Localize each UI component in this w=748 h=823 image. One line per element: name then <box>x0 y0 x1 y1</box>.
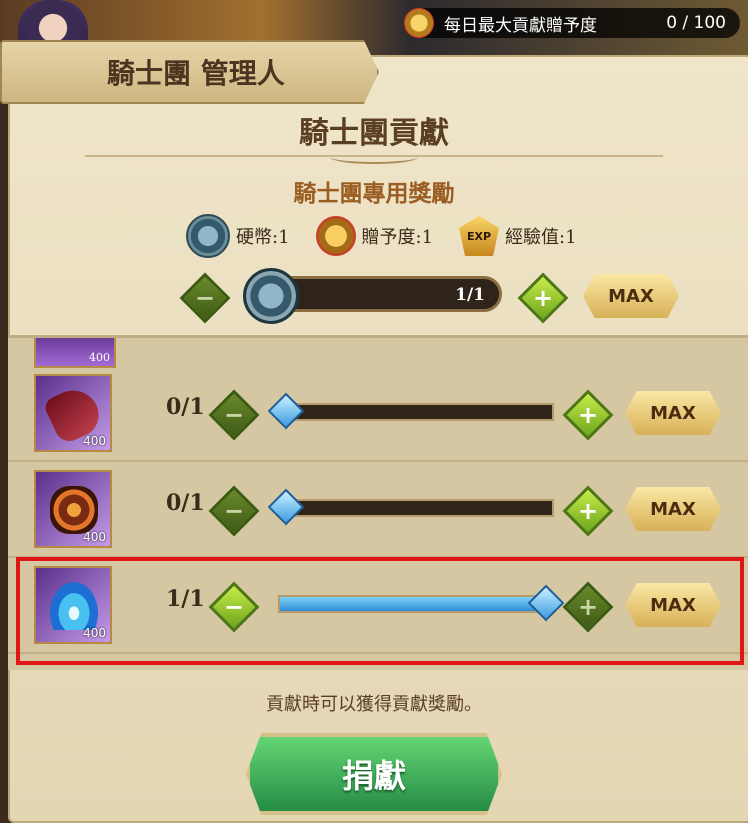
slider-knob[interactable] <box>267 488 305 526</box>
slider-track[interactable] <box>278 403 554 421</box>
blue-flame-icon <box>50 582 98 630</box>
donate-button[interactable]: 捐獻 <box>246 733 502 815</box>
contribution-value: 0 / 100 <box>666 13 726 33</box>
plus-icon: + <box>577 593 599 621</box>
hint-text: 貢獻時可以獲得貢獻獎勵。 <box>266 694 482 715</box>
slider-track[interactable] <box>278 595 554 613</box>
minus-button[interactable]: − <box>208 581 260 633</box>
coin-slider-track[interactable]: 1/1 <box>270 276 502 312</box>
list-item: 400 0/1 − + MAX <box>8 366 748 462</box>
npc-name-banner: 騎士團 管理人 <box>0 40 379 104</box>
plus-icon: + <box>532 284 554 312</box>
item-list[interactable]: 400 400 0/1 − + MAX 400 0/1 − + MAX 400 … <box>8 335 748 670</box>
contribution-label: 每日最大貢獻贈予度 <box>444 15 597 36</box>
max-button[interactable]: MAX <box>625 487 721 531</box>
item-count: 1/1 <box>166 586 205 612</box>
minus-icon: − <box>223 593 245 621</box>
item-count: 0/1 <box>166 394 205 420</box>
plus-icon: + <box>577 401 599 429</box>
minus-button[interactable]: − <box>208 389 260 441</box>
donate-label: 捐獻 <box>341 757 406 795</box>
slider-knob[interactable] <box>527 584 565 622</box>
minus-icon: − <box>223 497 245 525</box>
plus-button[interactable]: + <box>562 581 614 633</box>
minus-icon: − <box>223 401 245 429</box>
item-quantity: 400 <box>83 626 106 640</box>
item-quantity: 400 <box>89 351 110 364</box>
reward-exp: EXP 經驗值:1 <box>459 214 577 258</box>
max-button[interactable]: MAX <box>625 583 721 627</box>
coin-max-button[interactable]: MAX <box>583 274 679 318</box>
divider-ornament <box>330 150 418 164</box>
coin-plus-button[interactable]: + <box>517 272 569 324</box>
list-item: 400 0/1 − + MAX <box>8 462 748 558</box>
list-item: 400 1/1 − + MAX <box>8 558 748 654</box>
plus-button[interactable]: + <box>562 485 614 537</box>
coin-slider-value: 1/1 <box>455 285 485 305</box>
reward-label: 硬幣:1 <box>236 227 290 248</box>
medal-icon <box>315 216 356 256</box>
coin-slider-row: − 1/1 + MAX <box>0 268 748 328</box>
item-quantity: 400 <box>83 530 106 544</box>
reward-label: 贈予度:1 <box>361 227 434 248</box>
minus-button[interactable]: − <box>208 485 260 537</box>
reward-list: 硬幣:1 贈予度:1 EXP 經驗值:1 <box>186 214 577 258</box>
plus-button[interactable]: + <box>562 389 614 441</box>
slider-track[interactable] <box>278 499 554 517</box>
reward-label: 經驗值:1 <box>505 227 577 248</box>
panel-title: 騎士團貢獻 <box>299 116 449 151</box>
item-quantity: 400 <box>83 434 106 448</box>
magma-rock-icon <box>50 486 98 534</box>
medal-icon <box>404 8 434 38</box>
item-count: 0/1 <box>166 490 205 516</box>
coin-minus-button[interactable]: − <box>179 272 231 324</box>
slider-fill <box>280 597 552 611</box>
reward-coin: 硬幣:1 <box>186 214 290 258</box>
item-slot[interactable]: 400 <box>34 566 112 644</box>
coin-icon <box>186 214 230 258</box>
plus-icon: + <box>577 497 599 525</box>
list-item-partial: 400 <box>34 338 116 368</box>
reward-medal: 贈予度:1 <box>315 214 434 258</box>
panel-subtitle: 騎士團專用獎勵 <box>293 180 455 207</box>
coin-slider-knob[interactable] <box>243 268 299 324</box>
item-slot[interactable]: 400 <box>34 374 112 452</box>
npc-name: 騎士團 管理人 <box>107 57 285 90</box>
max-button[interactable]: MAX <box>625 391 721 435</box>
slider-knob[interactable] <box>267 392 305 430</box>
item-slot[interactable]: 400 <box>34 470 112 548</box>
minus-icon: − <box>194 284 216 312</box>
daily-contribution-counter: 每日最大貢獻贈予度 0 / 100 <box>404 8 740 38</box>
exp-icon: EXP <box>459 216 500 256</box>
